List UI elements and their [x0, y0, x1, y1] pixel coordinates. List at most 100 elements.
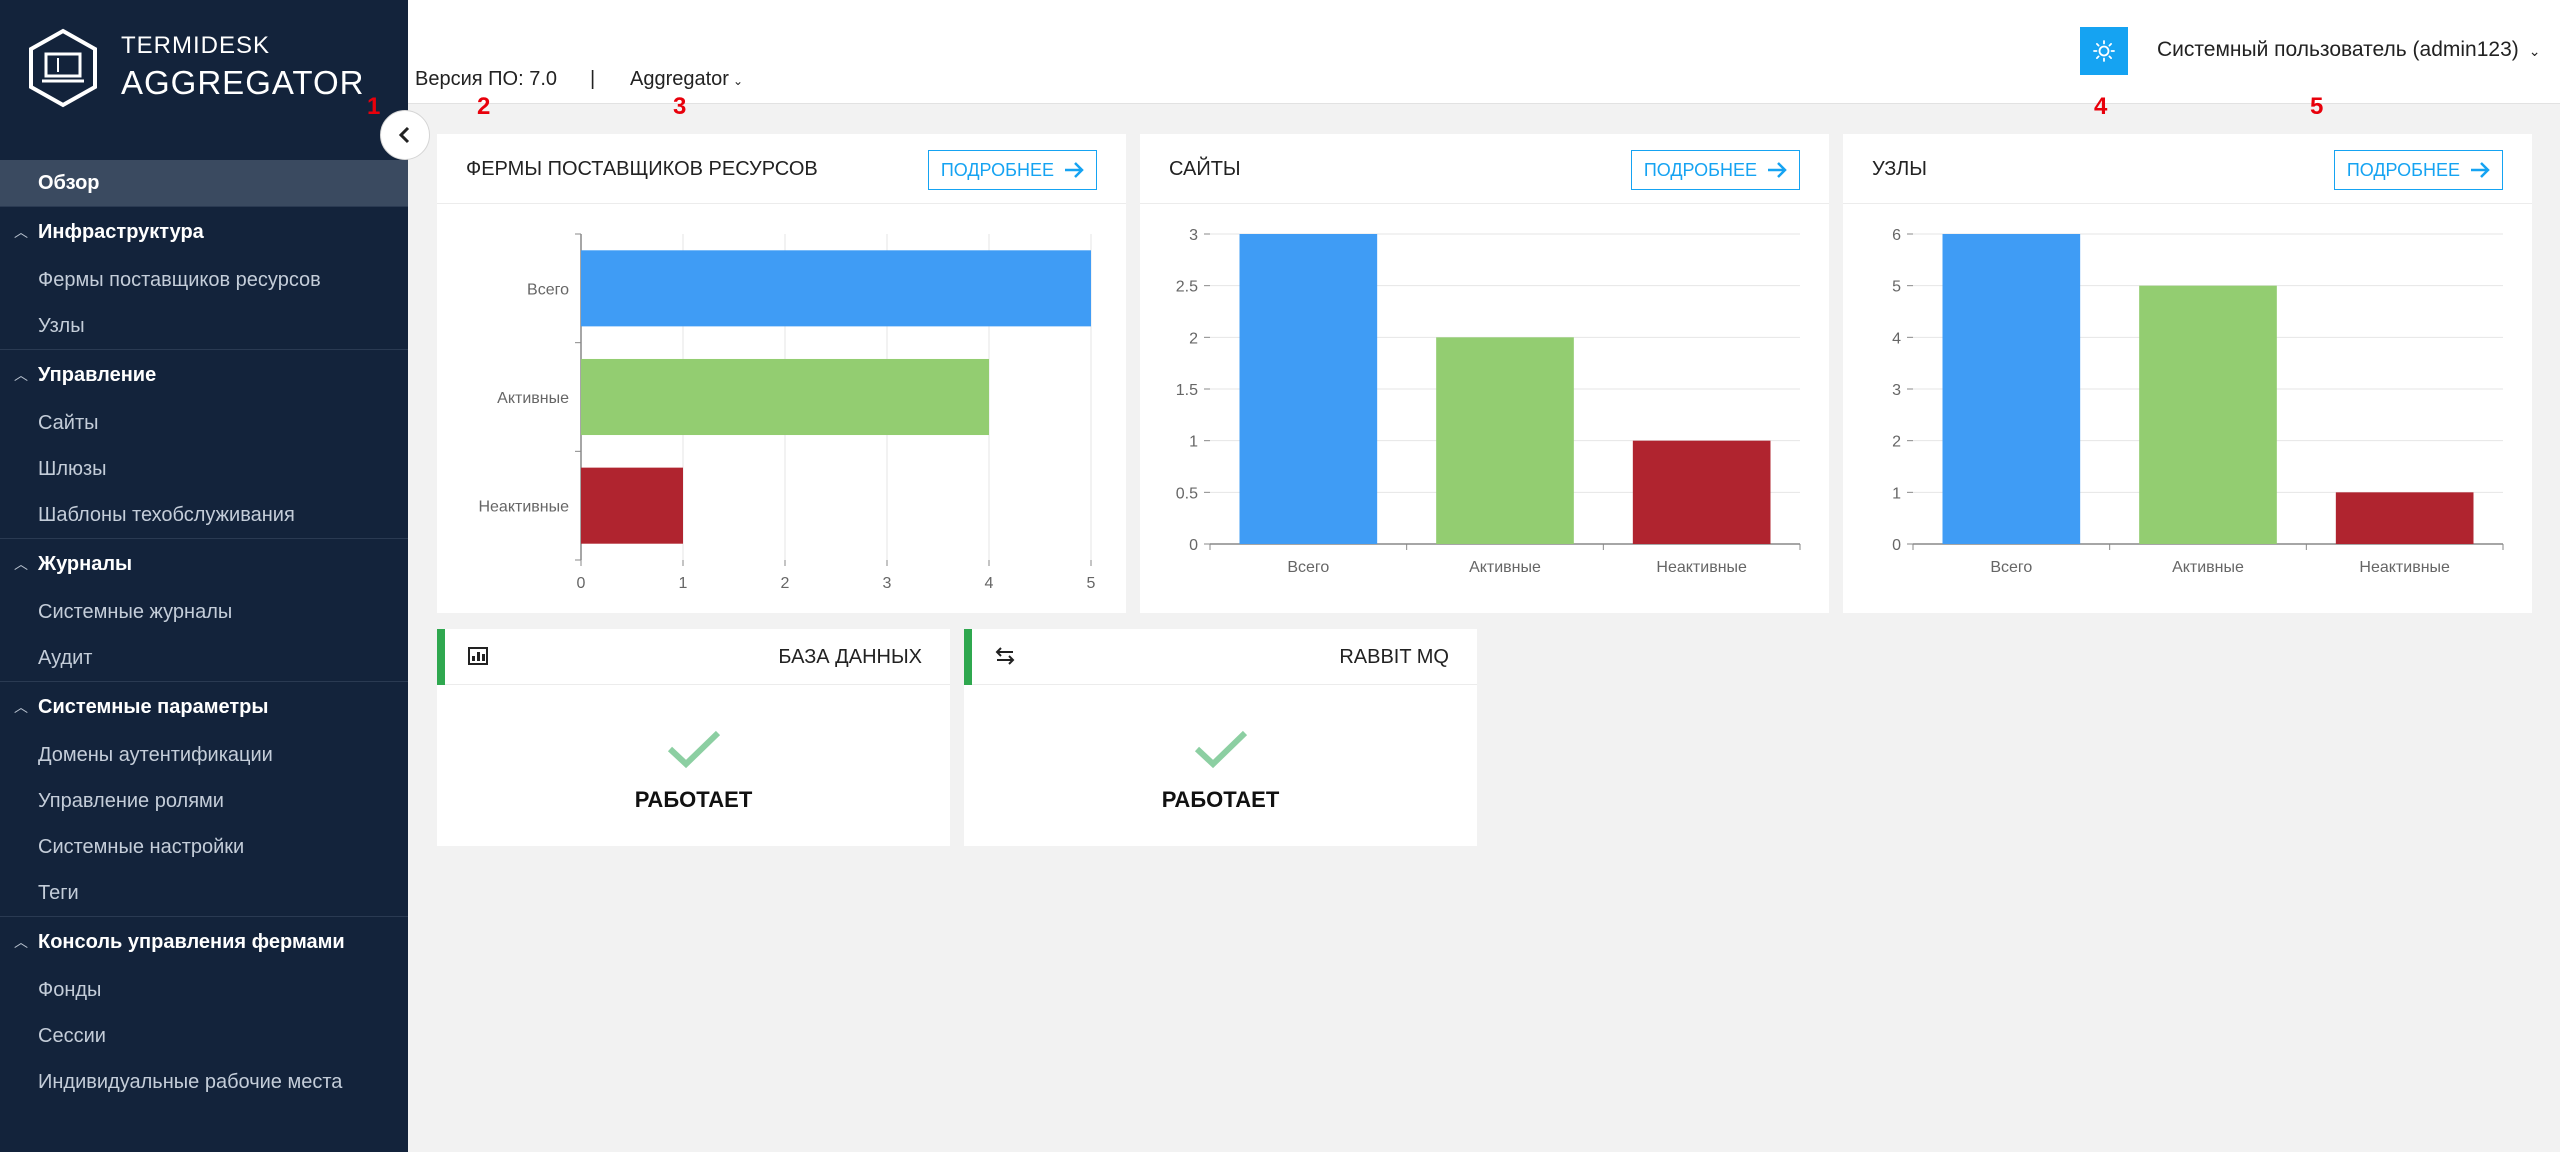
bar-2: [1436, 337, 1574, 544]
sidebar-item-tags[interactable]: Теги: [0, 870, 408, 916]
exchange-icon: [995, 647, 1015, 665]
sidebar-item-auth-domains[interactable]: Домены аутентификации: [0, 732, 408, 778]
header-separator: |: [590, 68, 596, 90]
y-tick-label: 1.5: [1176, 382, 1198, 399]
more-button-label: ПОДРОБНЕЕ: [1643, 160, 1757, 180]
y-tick-label: 4: [1892, 330, 1901, 347]
sites-card: САЙТЫ ПОДРОБНЕЕ 0 0.5 1 1.5 2 2.5 3 Всего Активн…: [1140, 134, 1829, 613]
category-label: Неактивные: [478, 499, 569, 516]
nodes-bar-chart: 0 1 2 3 4 5 6 Всего Активные Неактивные: [1892, 227, 2504, 576]
checkmark-icon: [667, 730, 720, 769]
theme-toggle-button[interactable]: [2080, 27, 2128, 75]
x-tick-label: 4: [985, 575, 994, 592]
bar-3: [2335, 492, 2474, 544]
category-label: Всего: [527, 281, 569, 298]
y-tick-label: 3: [1892, 382, 1901, 399]
sidebar-group-label: Управление: [38, 364, 157, 386]
sidebar-group-infrastructure: ︿ Инфраструктура Фермы поставщиков ресур…: [0, 206, 408, 349]
sidebar-item-resource-farms[interactable]: Фермы поставщиков ресурсов: [0, 257, 408, 303]
sidebar-group-logs: ︿ Журналы Системные журналы Аудит: [0, 538, 408, 681]
status-accent-bar: [964, 629, 972, 685]
sidebar-group-system-params: ︿ Системные параметры Домены аутентифика…: [0, 681, 408, 916]
category-label: Неактивные: [2359, 559, 2450, 576]
sidebar-group-header-infrastructure[interactable]: ︿ Инфраструктура: [0, 207, 408, 257]
database-icon: [468, 647, 488, 665]
category-label: Неактивные: [1656, 559, 1747, 576]
category-label: Активные: [2172, 559, 2244, 576]
x-tick-label: 5: [1087, 575, 1096, 592]
farms-more-button[interactable]: ПОДРОБНЕЕ: [927, 150, 1097, 190]
category-label: Всего: [1287, 559, 1329, 576]
database-status-text: РАБОТАЕТ: [634, 787, 753, 812]
sites-more-button[interactable]: ПОДРОБНЕЕ: [1630, 150, 1800, 190]
sidebar-item-audit[interactable]: Аудит: [0, 635, 408, 681]
bar-2: [581, 358, 989, 436]
chevron-up-icon: ︿: [14, 367, 28, 383]
annotation-marker-3: 3: [673, 93, 687, 120]
sidebar-item-maintenance-templates[interactable]: Шаблоны техобслуживания: [0, 492, 408, 538]
y-tick-label: 0: [1892, 537, 1901, 554]
bar-1: [1239, 234, 1378, 544]
chevron-down-icon: ⌄: [732, 74, 744, 88]
database-status-card: БАЗА ДАННЫХ РАБОТАЕТ: [437, 629, 950, 846]
database-status-title: БАЗА ДАННЫХ: [778, 646, 922, 668]
y-tick-label: 1: [1189, 434, 1198, 451]
bar-2: [2139, 285, 2277, 544]
x-tick-label: 1: [679, 575, 688, 592]
user-name: Системный пользователь (admin123): [2157, 38, 2519, 61]
sidebar-group-label: Журналы: [38, 553, 133, 575]
context-selector-label: Aggregator: [630, 68, 729, 90]
sidebar-group-header-logs[interactable]: ︿ Журналы: [0, 539, 408, 589]
sidebar-group-label: Системные параметры: [38, 696, 269, 718]
sidebar-item-sessions[interactable]: Сессии: [0, 1013, 408, 1059]
arrow-right-icon: [2471, 162, 2490, 178]
arrow-right-icon: [1768, 162, 1787, 178]
sidebar-item-role-management[interactable]: Управление ролями: [0, 778, 408, 824]
chevron-left-icon: [398, 126, 410, 144]
sidebar-item-nodes[interactable]: Узлы: [0, 303, 408, 349]
collapse-sidebar-button[interactable]: [380, 110, 430, 160]
sidebar-group-header-farm-console[interactable]: ︿ Консоль управления фермами: [0, 917, 408, 967]
sites-card-title: САЙТЫ: [1169, 158, 1241, 180]
category-label: Всего: [1990, 559, 2032, 576]
sidebar-item-pools[interactable]: Фонды: [0, 967, 408, 1013]
farms-card-title: ФЕРМЫ ПОСТАВЩИКОВ РЕСУРСОВ: [466, 158, 818, 180]
checkmark-icon: [1194, 730, 1247, 769]
sidebar-item-gateways[interactable]: Шлюзы: [0, 446, 408, 492]
farms-card-header: ФЕРМЫ ПОСТАВЩИКОВ РЕСУРСОВ ПОДРОБНЕЕ: [437, 134, 1126, 204]
sidebar-item-system-settings[interactable]: Системные настройки: [0, 824, 408, 870]
bar-3: [1632, 440, 1771, 544]
y-tick-label: 2.5: [1176, 279, 1198, 296]
top-header: Версия ПО: 7.0 | Aggregator ⌄ Системный п…: [408, 0, 2560, 104]
sidebar-group-header-management[interactable]: ︿ Управление: [0, 350, 408, 400]
bar-1: [1942, 234, 2081, 544]
user-menu[interactable]: Системный пользователь (admin123) ⌄: [2157, 38, 2541, 62]
sidebar-group-label: Инфраструктура: [38, 221, 204, 243]
sidebar-group-management: ︿ Управление Сайты Шлюзы Шаблоны техобсл…: [0, 349, 408, 538]
sidebar-item-sites[interactable]: Сайты: [0, 400, 408, 446]
chevron-up-icon: ︿: [14, 224, 28, 240]
sidebar-group-header-system-params[interactable]: ︿ Системные параметры: [0, 682, 408, 732]
annotation-marker-2: 2: [477, 93, 491, 120]
y-tick-label: 2: [1189, 330, 1198, 347]
sidebar: TERMIDESK AGGREGATOR Обзор ︿ Инфраструкт…: [0, 0, 408, 1152]
more-button-label: ПОДРОБНЕЕ: [940, 160, 1054, 180]
y-tick-label: 3: [1189, 227, 1198, 244]
context-selector[interactable]: Aggregator ⌄: [630, 68, 743, 91]
arrow-right-icon: [1065, 162, 1084, 178]
sidebar-item-overview[interactable]: Обзор: [0, 160, 408, 206]
nodes-card: УЗЛЫ ПОДРОБНЕЕ 0 1 2 3 4 5 6 Всего Активные Неакт…: [1843, 134, 2532, 613]
rabbitmq-status-header: RABBIT MQ: [964, 629, 1477, 685]
y-tick-label: 2: [1892, 434, 1901, 451]
sidebar-item-system-logs[interactable]: Системные журналы: [0, 589, 408, 635]
sites-card-header: САЙТЫ ПОДРОБНЕЕ: [1140, 134, 1829, 204]
x-tick-label: 3: [883, 575, 892, 592]
nodes-card-title: УЗЛЫ: [1872, 158, 1927, 180]
sidebar-group-label: Консоль управления фермами: [38, 931, 345, 953]
rabbitmq-status-card: RABBIT MQ РАБОТАЕТ: [964, 629, 1477, 846]
sidebar-item-workstations[interactable]: Индивидуальные рабочие места: [0, 1059, 408, 1105]
x-tick-label: 0: [577, 575, 586, 592]
farms-card: ФЕРМЫ ПОСТАВЩИКОВ РЕСУРСОВ ПОДРОБНЕЕ 0 1 2…: [437, 134, 1126, 613]
termidesk-logo-icon: [29, 28, 97, 108]
nodes-more-button[interactable]: ПОДРОБНЕЕ: [2333, 150, 2503, 190]
